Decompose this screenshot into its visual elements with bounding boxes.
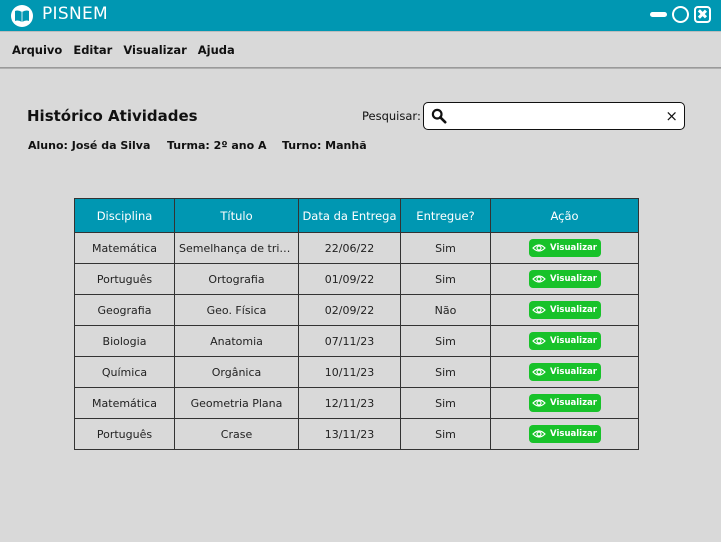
cell-subject: Geografia (74, 294, 175, 326)
minimize-button[interactable] (649, 5, 667, 23)
maximize-button[interactable] (671, 5, 689, 23)
table-row: Química Orgânica 10/11/23 Sim Visualizar (74, 356, 639, 388)
cell-delivered: Sim (400, 232, 491, 264)
minimize-icon (649, 11, 667, 17)
cell-date: 12/11/23 (298, 387, 401, 419)
cell-date: 10/11/23 (298, 356, 401, 388)
close-button[interactable] (693, 5, 711, 23)
table-row: Português Crase 13/11/23 Sim Visualizar (74, 418, 639, 450)
cell-title: Geometria Plana (174, 387, 299, 419)
column-header-data-entrega[interactable]: Data da Entrega (298, 198, 401, 233)
table-row: Matemática Semelhança de triâ... 22/06/22 S… (74, 232, 639, 264)
student-info: Aluno: José da Silva Turma: 2º ano A Tur… (28, 139, 367, 152)
view-button-label: Visualizar (550, 367, 597, 377)
view-button-label: Visualizar (550, 243, 597, 253)
search-icon (431, 108, 447, 124)
view-button[interactable]: Visualizar (528, 363, 601, 381)
menu-ajuda[interactable]: Ajuda (198, 43, 235, 57)
cell-action: Visualizar (490, 325, 639, 357)
title-bar: PISNEM (0, 0, 721, 31)
cell-title: Orgânica (174, 356, 299, 388)
eye-icon (532, 275, 546, 283)
cell-date: 01/09/22 (298, 263, 401, 295)
cell-delivered: Sim (400, 325, 491, 357)
clear-search-icon[interactable]: × (665, 107, 678, 125)
cell-subject: Português (74, 263, 175, 295)
table-header-row: Disciplina Título Data da Entrega Entreg… (74, 198, 639, 233)
window-controls (649, 5, 711, 23)
view-button[interactable]: Visualizar (528, 332, 601, 350)
student-name: Aluno: José da Silva (28, 139, 151, 152)
column-header-entregue[interactable]: Entregue? (400, 198, 491, 233)
student-shift: Turno: Manhã (282, 139, 367, 152)
cell-subject: Matemática (74, 232, 175, 264)
activities-table: Disciplina Título Data da Entrega Entreg… (74, 198, 639, 450)
maximize-icon (671, 5, 689, 23)
cell-subject: Português (74, 418, 175, 450)
view-button-label: Visualizar (550, 274, 597, 284)
search-label: Pesquisar: (362, 109, 421, 123)
table-row: Português Ortografia 01/09/22 Sim Visualizar (74, 263, 639, 295)
cell-action: Visualizar (490, 232, 639, 264)
student-class: Turma: 2º ano A (167, 139, 267, 152)
view-button[interactable]: Visualizar (528, 239, 601, 257)
cell-date: 07/11/23 (298, 325, 401, 357)
cell-date: 02/09/22 (298, 294, 401, 326)
cell-delivered: Sim (400, 356, 491, 388)
table-row: Biologia Anatomia 07/11/23 Sim Visualizar (74, 325, 639, 357)
column-header-acao: Ação (490, 198, 639, 233)
view-button[interactable]: Visualizar (528, 394, 601, 412)
cell-delivered: Sim (400, 263, 491, 295)
eye-icon (532, 399, 546, 407)
cell-action: Visualizar (490, 263, 639, 295)
eye-icon (532, 337, 546, 345)
view-button[interactable]: Visualizar (528, 425, 601, 443)
search-box: × (423, 102, 685, 130)
cell-date: 13/11/23 (298, 418, 401, 450)
cell-delivered: Sim (400, 418, 491, 450)
view-button[interactable]: Visualizar (528, 270, 601, 288)
search-input[interactable] (452, 106, 662, 126)
menu-bar: Arquivo Editar Visualizar Ajuda (0, 31, 721, 68)
close-icon (693, 5, 711, 23)
eye-icon (532, 368, 546, 376)
view-button-label: Visualizar (550, 305, 597, 315)
cell-action: Visualizar (490, 418, 639, 450)
cell-title: Semelhança de triâ... (174, 232, 299, 264)
column-header-titulo[interactable]: Título (174, 198, 299, 233)
app-title: PISNEM (42, 4, 108, 24)
menu-visualizar[interactable]: Visualizar (123, 43, 186, 57)
cell-action: Visualizar (490, 294, 639, 326)
menu-arquivo[interactable]: Arquivo (12, 43, 62, 57)
cell-title: Ortografia (174, 263, 299, 295)
view-button-label: Visualizar (550, 336, 597, 346)
cell-title: Anatomia (174, 325, 299, 357)
cell-subject: Matemática (74, 387, 175, 419)
eye-icon (532, 430, 546, 438)
column-header-disciplina[interactable]: Disciplina (74, 198, 175, 233)
cell-subject: Química (74, 356, 175, 388)
eye-icon (532, 306, 546, 314)
cell-title: Crase (174, 418, 299, 450)
cell-delivered: Sim (400, 387, 491, 419)
view-button-label: Visualizar (550, 398, 597, 408)
cell-delivered: Não (400, 294, 491, 326)
table-row: Matemática Geometria Plana 12/11/23 Sim Visu… (74, 387, 639, 419)
cell-date: 22/06/22 (298, 232, 401, 264)
cell-subject: Biologia (74, 325, 175, 357)
menu-editar[interactable]: Editar (73, 43, 112, 57)
cell-action: Visualizar (490, 387, 639, 419)
eye-icon (532, 244, 546, 252)
table-row: Geografia Geo. Física 02/09/22 Não Visualiza… (74, 294, 639, 326)
view-button[interactable]: Visualizar (528, 301, 601, 319)
cell-title: Geo. Física (174, 294, 299, 326)
cell-action: Visualizar (490, 356, 639, 388)
page-title: Histórico Atividades (27, 107, 198, 125)
view-button-label: Visualizar (550, 429, 597, 439)
book-icon (11, 5, 33, 27)
